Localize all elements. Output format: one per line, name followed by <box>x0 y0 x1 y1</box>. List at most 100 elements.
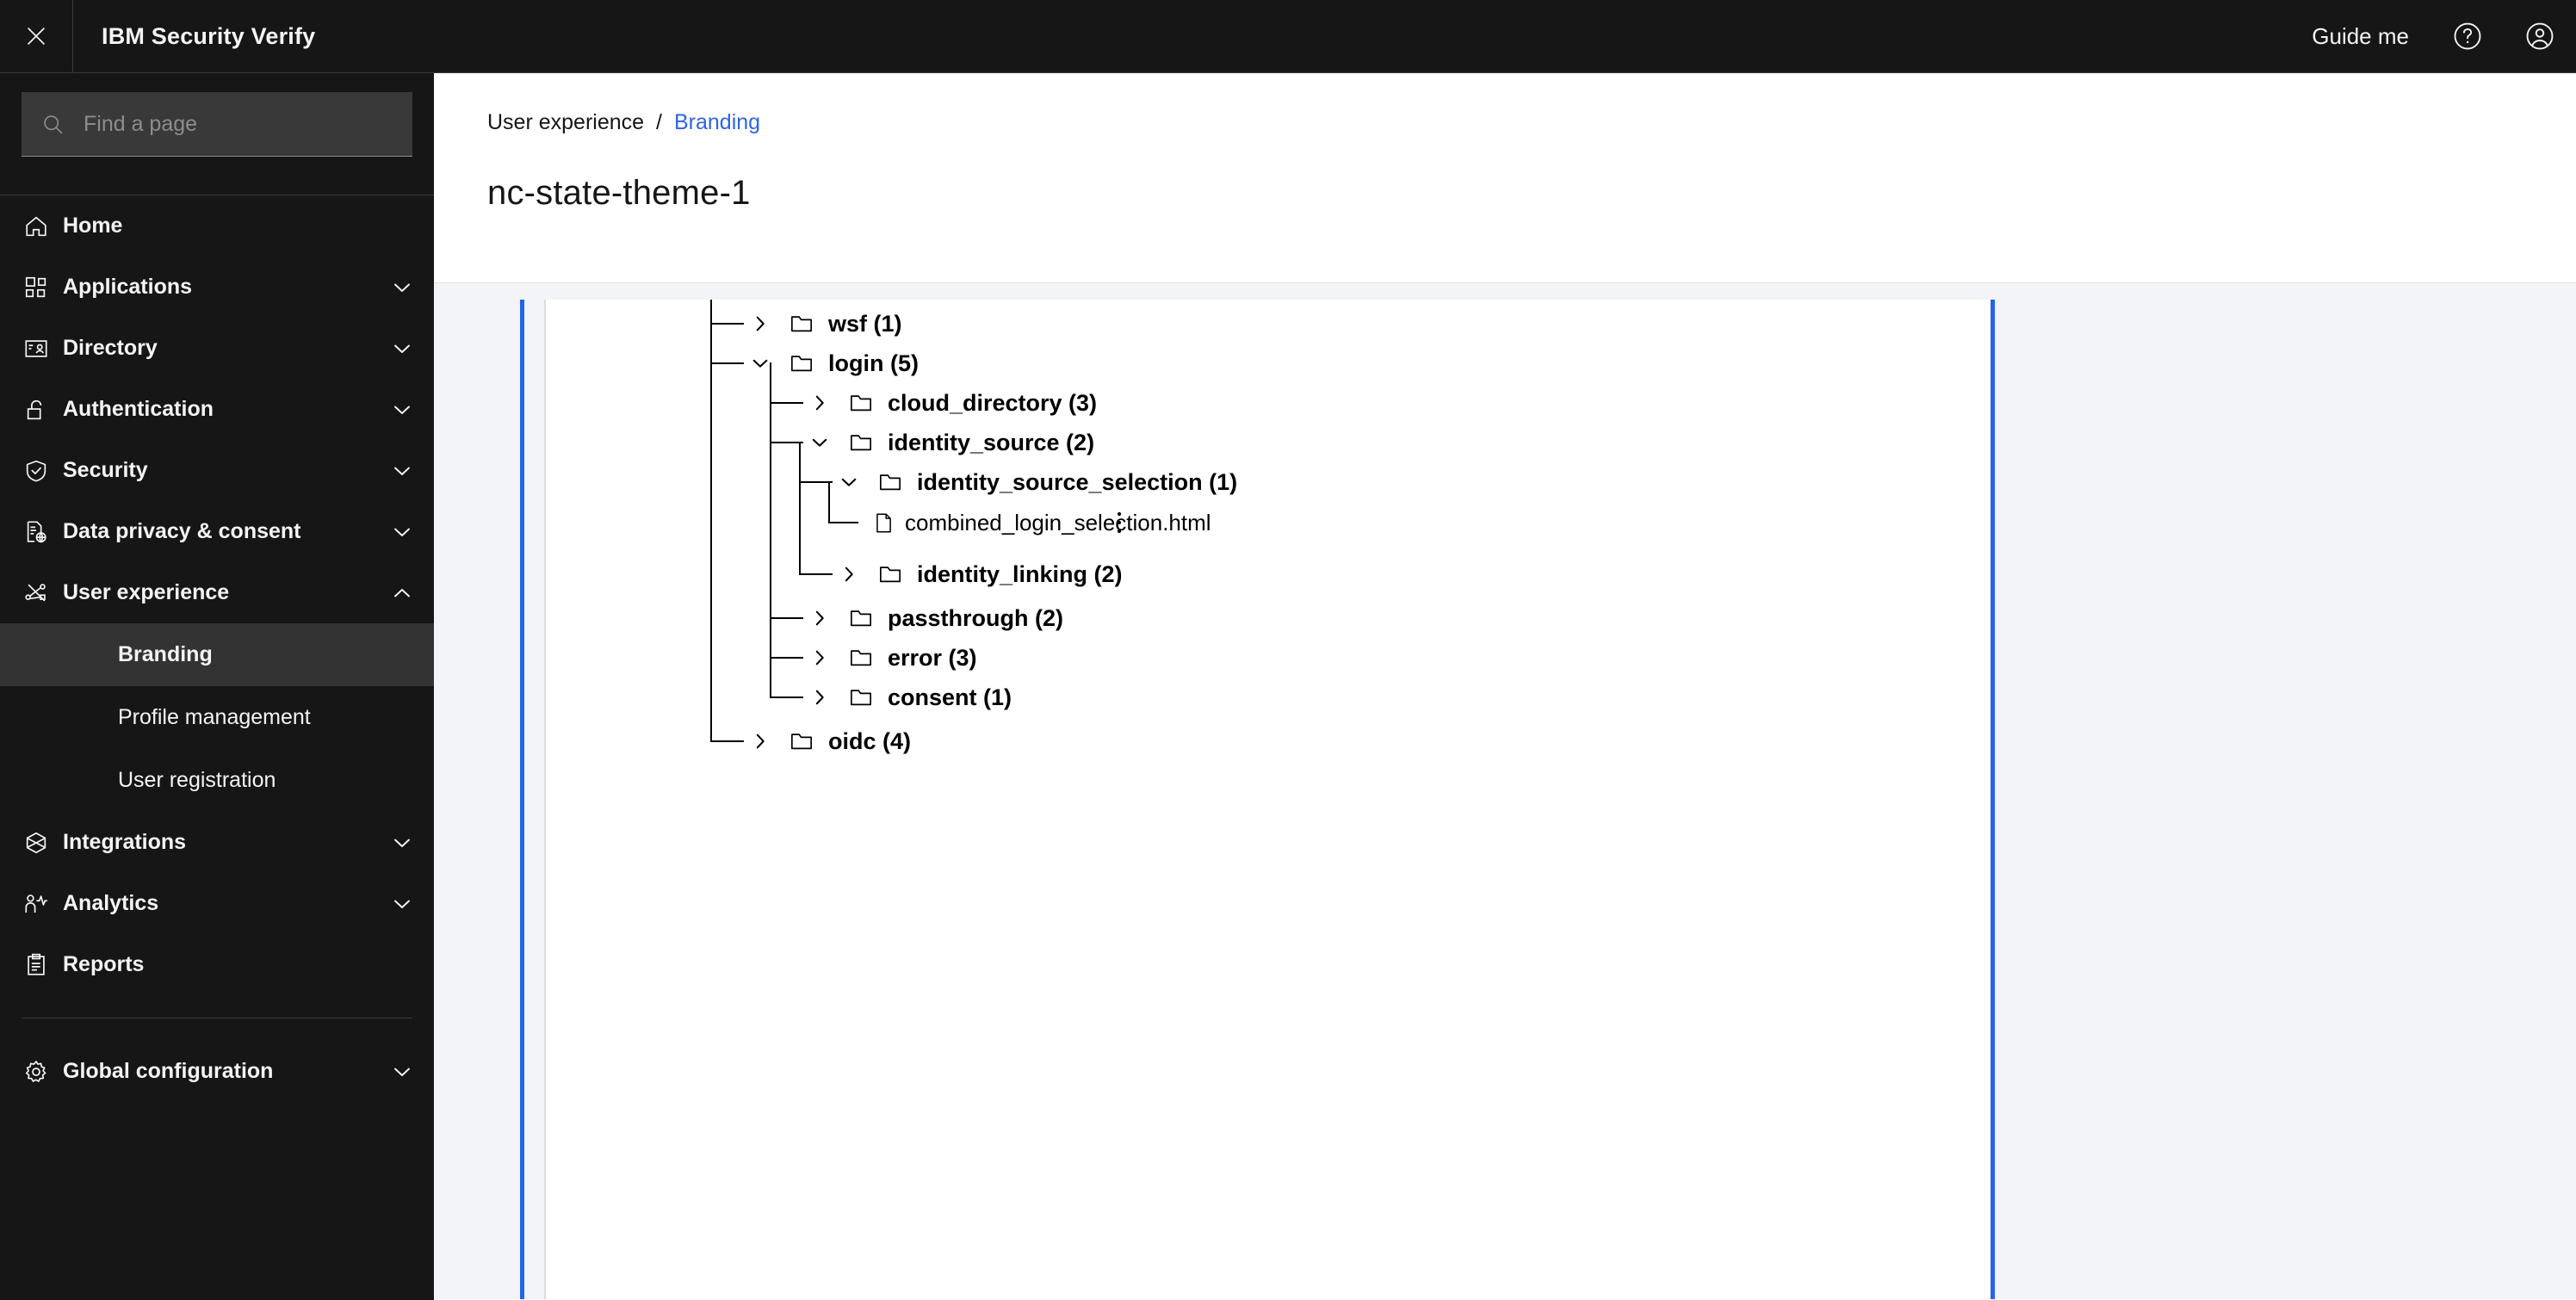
tree-guide-line <box>710 740 744 742</box>
page-title: nc-state-theme-1 <box>487 174 751 212</box>
tree-guide-line <box>770 362 771 696</box>
sidebar-subitem-branding[interactable]: Branding <box>0 623 434 686</box>
sidebar-subitem-label: User registration <box>118 768 276 792</box>
sidebar-item-label: Data privacy & consent <box>63 519 301 543</box>
sidebar-subitem-label: Branding <box>118 642 213 666</box>
breadcrumb: User experience / Branding <box>487 110 2576 135</box>
tree-node-label: wsf (1) <box>828 310 902 337</box>
apps-grid-icon <box>23 275 63 300</box>
document-globe-icon <box>23 519 63 545</box>
tree-row[interactable]: identity_linking (2) <box>833 554 1123 594</box>
sidebar-item-reports[interactable]: Reports <box>0 934 434 995</box>
resize-guide-right[interactable] <box>1991 300 1995 1299</box>
sidebar-item-directory[interactable]: Directory <box>0 318 434 379</box>
sidebar-item-label: Directory <box>63 336 158 360</box>
app-header: IBM Security Verify Guide me <box>0 0 2576 73</box>
chevron-right-icon[interactable] <box>803 641 836 674</box>
tree-guide-line <box>828 481 830 522</box>
tree-row[interactable]: identity_source (2) <box>803 423 1094 462</box>
account-button[interactable] <box>2504 0 2576 72</box>
chevron-down-icon[interactable] <box>744 347 777 380</box>
id-card-icon <box>23 336 63 362</box>
chevron-right-icon[interactable] <box>833 558 865 591</box>
folder-icon <box>843 681 879 714</box>
search-box[interactable] <box>22 92 412 157</box>
tree-row[interactable]: error (3) <box>803 638 977 678</box>
sidebar-subitem-user-registration[interactable]: User registration <box>0 749 434 812</box>
chevron-right-icon[interactable] <box>803 681 836 714</box>
tree-guide-line <box>710 362 712 741</box>
tree-guide-line <box>710 323 744 325</box>
content-canvas: wsf (1) login (5) cloud_directory (3) id… <box>434 283 2576 1299</box>
resize-guide-left[interactable] <box>520 300 524 1299</box>
overflow-menu-vertical-icon[interactable] <box>1104 505 1135 540</box>
chevron-down-icon[interactable] <box>387 399 412 420</box>
sidebar-item-analytics[interactable]: Analytics <box>0 873 434 934</box>
chevron-down-icon[interactable] <box>387 338 412 359</box>
tree-row[interactable]: identity_source_selection (1) <box>833 462 1237 502</box>
tree-row[interactable]: cloud_directory (3) <box>803 383 1097 423</box>
chevron-down-icon[interactable] <box>803 426 836 459</box>
sidebar-item-security[interactable]: Security <box>0 440 434 501</box>
chevron-down-icon[interactable] <box>387 461 412 481</box>
sidebar-item-label: Global configuration <box>63 1059 274 1083</box>
chevron-down-icon[interactable] <box>833 466 865 498</box>
tree-row[interactable]: passthrough (2) <box>803 598 1063 638</box>
sidebar-item-label: User experience <box>63 580 230 604</box>
chevron-down-icon[interactable] <box>387 833 412 853</box>
sidebar-item-integrations[interactable]: Integrations <box>0 812 434 873</box>
chevron-down-icon[interactable] <box>387 894 412 914</box>
tree-row[interactable]: oidc (4) <box>744 721 911 761</box>
tree-guide-line <box>770 696 803 698</box>
tree-row[interactable]: combined_login_selection.html <box>858 503 1211 542</box>
chevron-right-icon[interactable] <box>803 387 836 419</box>
sidebar-item-data-privacy-consent[interactable]: Data privacy & consent <box>0 501 434 562</box>
chevron-right-icon[interactable] <box>744 725 777 758</box>
tree-row[interactable]: consent (1) <box>803 678 1012 717</box>
chevron-down-icon[interactable] <box>387 277 412 298</box>
chevron-up-icon[interactable] <box>387 583 412 604</box>
close-button[interactable] <box>0 0 73 72</box>
home-icon <box>23 214 63 239</box>
tree-row[interactable]: wsf (1) <box>744 304 902 344</box>
sidebar-item-user-experience[interactable]: User experience <box>0 562 434 623</box>
tree-guide-line <box>770 657 803 659</box>
sidebar-item-label: Applications <box>63 275 193 299</box>
user-activity-icon <box>23 891 63 917</box>
guide-me-button[interactable]: Guide me <box>2289 23 2431 50</box>
help-button[interactable] <box>2431 0 2504 72</box>
tree-guide-line <box>710 362 744 364</box>
sidebar-subitem-label: Profile management <box>118 705 311 729</box>
folder-icon <box>783 725 820 758</box>
tree-guide-line <box>799 573 833 575</box>
clipboard-icon <box>23 952 63 978</box>
sidebar-item-label: Authentication <box>63 397 214 421</box>
sidebar-item-applications[interactable]: Applications <box>0 257 434 318</box>
chevron-right-icon[interactable] <box>803 602 836 635</box>
file-tree-panel: wsf (1) login (5) cloud_directory (3) id… <box>544 300 1991 1299</box>
sidebar-item-authentication[interactable]: Authentication <box>0 379 434 440</box>
sidebar-item-label: Home <box>63 214 123 238</box>
main-content: User experience / Branding nc-state-them… <box>434 73 2576 1300</box>
tree-guide-line <box>770 402 803 404</box>
tree-guide-line <box>770 617 803 619</box>
sidebar-item-label: Security <box>63 458 148 482</box>
sidebar-nav-list: Home Applications Directory Authenticati… <box>0 195 434 1102</box>
breadcrumb-parent[interactable]: User experience <box>487 110 644 135</box>
breadcrumb-current[interactable]: Branding <box>674 110 760 135</box>
chevron-down-icon[interactable] <box>387 1062 412 1082</box>
hexagon-icon <box>23 830 63 856</box>
sidebar-item-label: Integrations <box>63 830 187 854</box>
tree-row[interactable]: login (5) <box>744 344 919 383</box>
document-icon <box>865 506 901 539</box>
search-input[interactable] <box>84 111 412 137</box>
tree-node-label: combined_login_selection.html <box>905 509 1211 535</box>
sidebar-item-home[interactable]: Home <box>0 195 434 257</box>
tree-node-label: identity_linking (2) <box>917 560 1123 587</box>
folder-icon <box>872 558 908 591</box>
chevron-down-icon[interactable] <box>387 522 412 542</box>
sidebar-subitem-profile-management[interactable]: Profile management <box>0 686 434 749</box>
sidebar-item-global-configuration[interactable]: Global configuration <box>0 1041 434 1102</box>
chevron-right-icon[interactable] <box>744 307 777 340</box>
page-header: User experience / Branding nc-state-them… <box>434 73 2576 283</box>
